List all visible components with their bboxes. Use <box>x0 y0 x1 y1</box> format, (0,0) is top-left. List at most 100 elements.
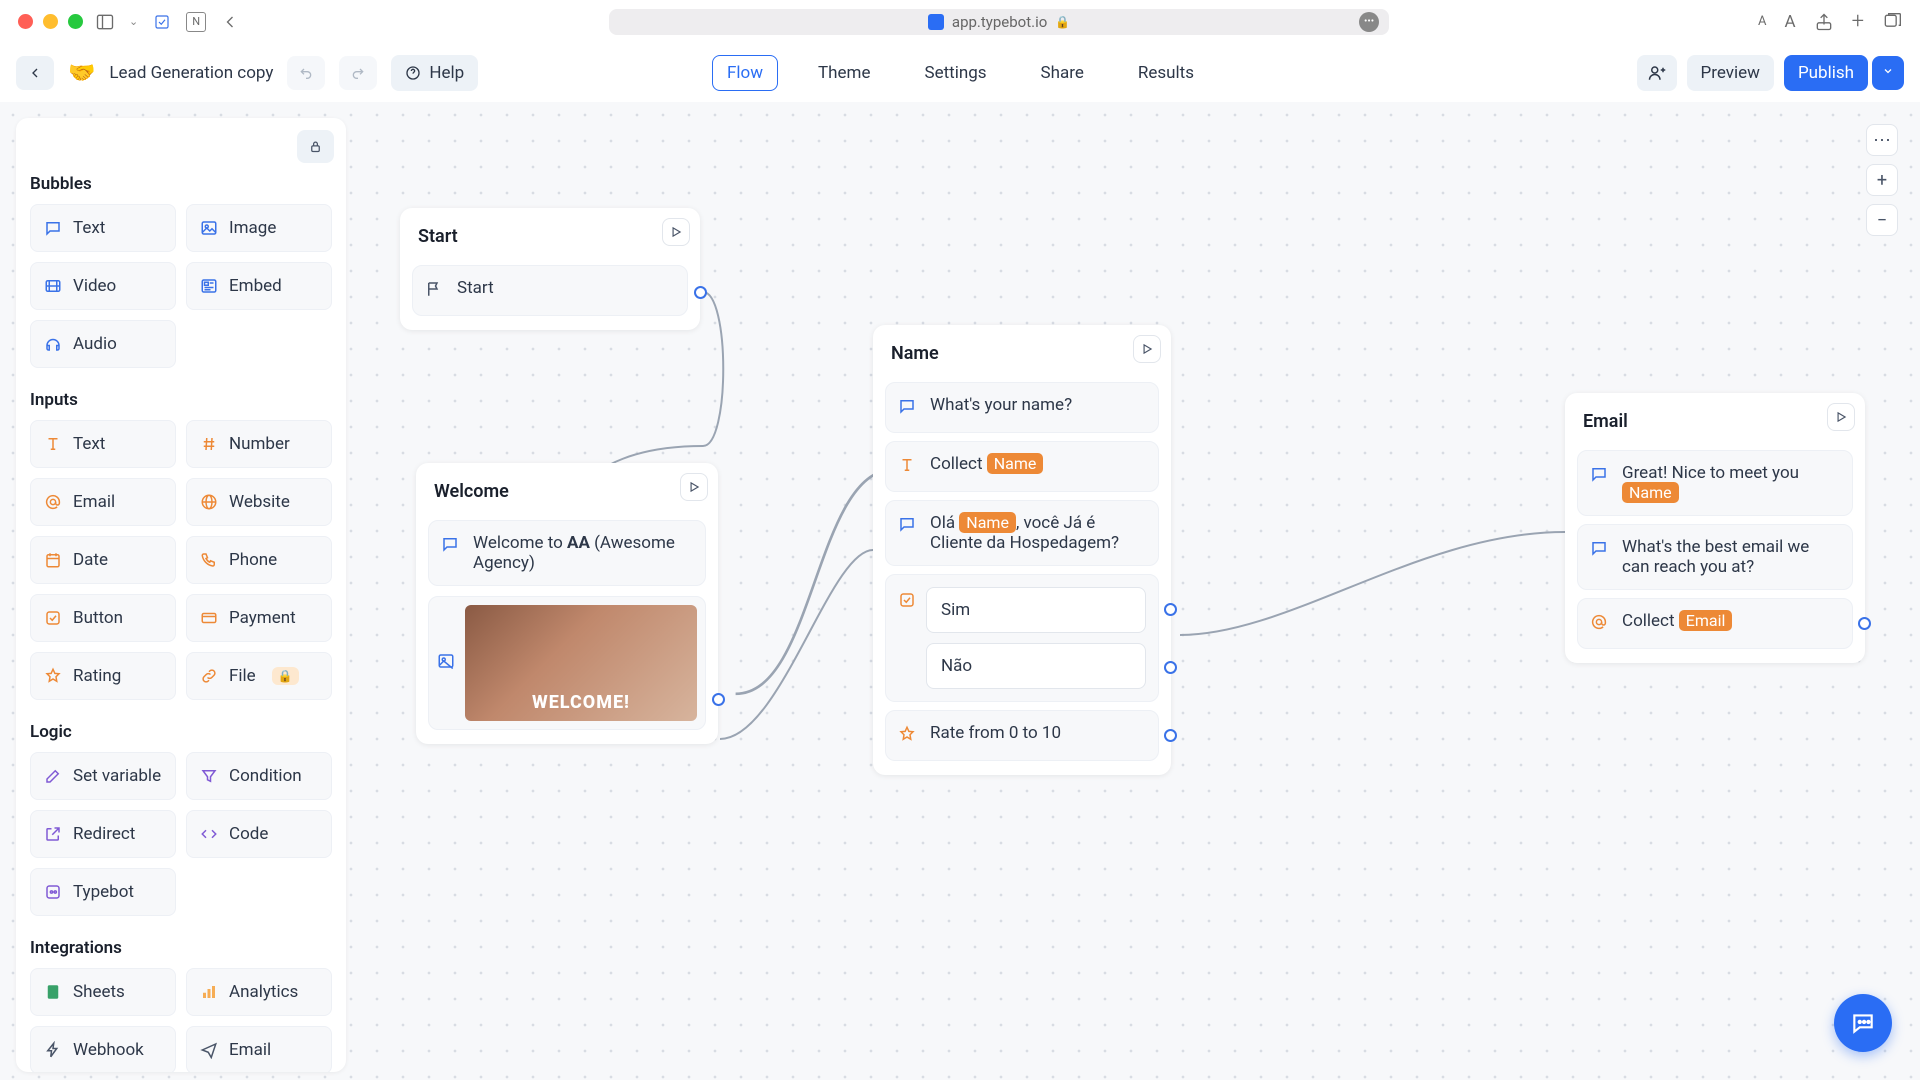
group-name[interactable]: Name What's your name? Collect Name Olá … <box>873 325 1171 775</box>
macos-titlebar: ⌄ N app.typebot.io 🔒 ••• A A + <box>0 0 1920 44</box>
step-email-collect[interactable]: Collect Email <box>1577 598 1853 649</box>
block-input-text[interactable]: Text <box>30 420 176 468</box>
block-input-website[interactable]: Website <box>186 478 332 526</box>
tab-share[interactable]: Share <box>1027 56 1098 90</box>
notion-icon[interactable]: N <box>186 12 206 32</box>
undo-button[interactable] <box>287 56 325 90</box>
group-email[interactable]: Email Great! Nice to meet you Name What'… <box>1565 393 1865 663</box>
block-int-webhook[interactable]: Webhook <box>30 1026 176 1072</box>
group-heading-integrations: Integrations <box>30 938 332 958</box>
step-options[interactable]: Sim Não <box>885 574 1159 702</box>
run-group-button[interactable] <box>680 473 708 501</box>
flow-title[interactable]: Lead Generation copy <box>109 63 273 83</box>
block-input-number[interactable]: Number <box>186 420 332 468</box>
group-start[interactable]: Start Start <box>400 208 700 330</box>
at-icon <box>1590 613 1610 636</box>
run-group-button[interactable] <box>1133 335 1161 363</box>
group-title[interactable]: Start <box>412 222 688 257</box>
bot-emoji-icon[interactable]: 🤝 <box>68 61 95 86</box>
shield-icon[interactable] <box>152 12 172 32</box>
step-welcome-image[interactable]: WELCOME! <box>428 596 706 730</box>
close-window-icon[interactable] <box>18 14 33 29</box>
block-logic-setvar[interactable]: Set variable <box>30 752 176 800</box>
group-title[interactable]: Welcome <box>428 477 706 512</box>
step-name-q[interactable]: What's your name? <box>885 382 1159 433</box>
lock-icon: 🔒 <box>1055 15 1070 29</box>
block-logic-redirect[interactable]: Redirect <box>30 810 176 858</box>
block-input-phone[interactable]: Phone <box>186 536 332 584</box>
panel-lock-button[interactable] <box>297 130 334 163</box>
publish-button[interactable]: Publish <box>1784 55 1868 91</box>
group-title[interactable]: Email <box>1577 407 1853 442</box>
edge-anchor[interactable] <box>694 286 707 299</box>
text-size-large-icon[interactable]: A <box>1784 12 1795 32</box>
block-input-file[interactable]: File🔒 <box>186 652 332 700</box>
block-bubble-audio[interactable]: Audio <box>30 320 176 368</box>
run-group-button[interactable] <box>662 218 690 246</box>
block-bubble-video[interactable]: Video <box>30 262 176 310</box>
flag-icon <box>425 280 445 303</box>
back-icon[interactable] <box>220 12 240 32</box>
zoom-out-button[interactable]: − <box>1866 204 1898 236</box>
option-sim[interactable]: Sim <box>926 587 1146 633</box>
redo-button[interactable] <box>339 56 377 90</box>
block-logic-code[interactable]: Code <box>186 810 332 858</box>
tab-settings[interactable]: Settings <box>910 56 1000 90</box>
text-size-small-icon[interactable]: A <box>1758 14 1766 29</box>
block-input-button[interactable]: Button <box>30 594 176 642</box>
page-menu-icon[interactable]: ••• <box>1359 12 1379 32</box>
edge-anchor[interactable] <box>1164 603 1177 616</box>
sidebar-toggle-icon[interactable] <box>95 12 115 32</box>
step-name-collect[interactable]: Collect Name <box>885 441 1159 492</box>
edge-anchor[interactable] <box>1858 617 1871 630</box>
support-chat-button[interactable] <box>1834 994 1892 1052</box>
block-input-date[interactable]: Date <box>30 536 176 584</box>
tab-flow[interactable]: Flow <box>712 55 778 91</box>
step-email-q[interactable]: What's the best email we can reach you a… <box>1577 524 1853 590</box>
step-start[interactable]: Start <box>412 265 688 316</box>
block-bubble-embed[interactable]: Embed <box>186 262 332 310</box>
chevron-down-icon[interactable]: ⌄ <box>129 15 138 28</box>
block-int-email[interactable]: Email <box>186 1026 332 1072</box>
block-bubble-text[interactable]: Text <box>30 204 176 252</box>
group-welcome[interactable]: Welcome Welcome to AA (Awesome Agency) W… <box>416 463 718 744</box>
new-tab-icon[interactable]: + <box>1852 9 1864 34</box>
canvas-menu-button[interactable]: ⋯ <box>1866 124 1898 156</box>
run-group-button[interactable] <box>1827 403 1855 431</box>
block-bubble-image[interactable]: Image <box>186 204 332 252</box>
step-text: Welcome to AA (Awesome Agency) <box>473 533 693 573</box>
block-input-email[interactable]: Email <box>30 478 176 526</box>
minimize-window-icon[interactable] <box>43 14 58 29</box>
tabs-icon[interactable] <box>1882 12 1902 32</box>
step-welcome-text[interactable]: Welcome to AA (Awesome Agency) <box>428 520 706 586</box>
edge-anchor[interactable] <box>712 693 725 706</box>
step-email-greet[interactable]: Great! Nice to meet you Name <box>1577 450 1853 516</box>
block-input-rating[interactable]: Rating <box>30 652 176 700</box>
invite-button[interactable] <box>1637 55 1677 91</box>
block-int-analytics[interactable]: Analytics <box>186 968 332 1016</box>
step-rate[interactable]: Rate from 0 to 10 <box>885 710 1159 761</box>
maximize-window-icon[interactable] <box>68 14 83 29</box>
flow-canvas[interactable]: Bubbles Text Image Video Embed Audio Inp… <box>0 102 1920 1080</box>
tab-theme[interactable]: Theme <box>804 56 884 90</box>
zoom-in-button[interactable]: + <box>1866 164 1898 196</box>
edge-anchor[interactable] <box>1164 729 1177 742</box>
option-nao[interactable]: Não <box>926 643 1146 689</box>
publish-options-button[interactable] <box>1872 56 1904 90</box>
share-icon[interactable] <box>1814 12 1834 32</box>
back-button[interactable] <box>16 56 54 90</box>
text-input-icon <box>898 456 918 479</box>
block-logic-typebot[interactable]: Typebot <box>30 868 176 916</box>
tab-results[interactable]: Results <box>1124 56 1208 90</box>
step-text: Collect Name <box>930 454 1043 474</box>
url-bar[interactable]: app.typebot.io 🔒 ••• <box>609 9 1389 35</box>
block-logic-condition[interactable]: Condition <box>186 752 332 800</box>
chat-icon <box>1590 539 1610 562</box>
group-title[interactable]: Name <box>885 339 1159 374</box>
block-int-sheets[interactable]: Sheets <box>30 968 176 1016</box>
step-name-ola[interactable]: Olá Name, você Já é Cliente da Hospedage… <box>885 500 1159 566</box>
preview-button[interactable]: Preview <box>1687 55 1774 91</box>
block-input-payment[interactable]: Payment <box>186 594 332 642</box>
help-button[interactable]: Help <box>391 55 478 91</box>
edge-anchor[interactable] <box>1164 661 1177 674</box>
